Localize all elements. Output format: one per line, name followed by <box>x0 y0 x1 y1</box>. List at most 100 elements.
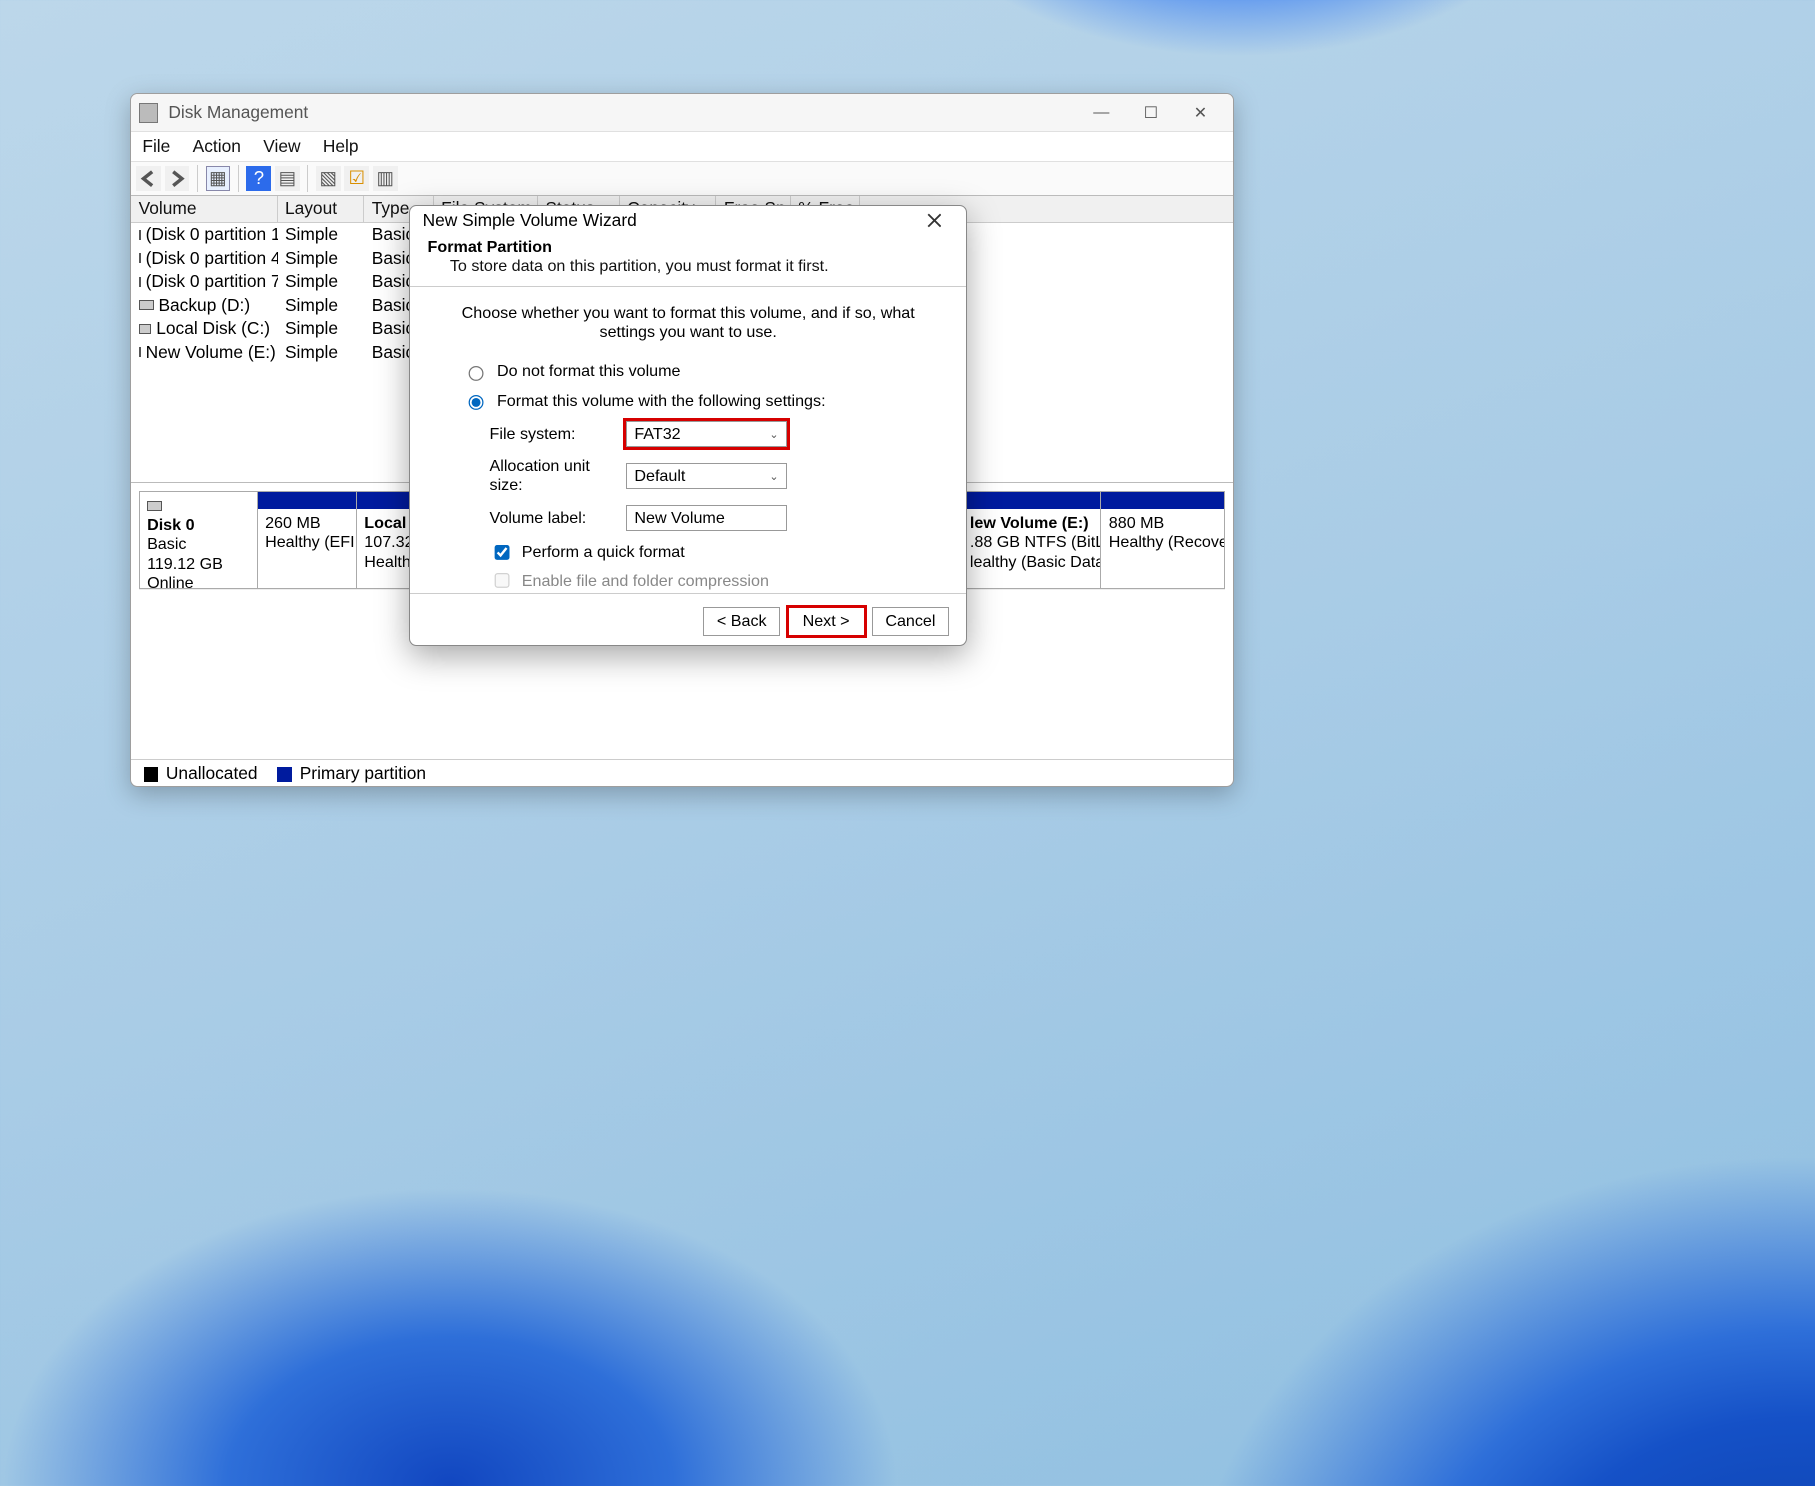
quick-format-checkbox-row[interactable]: Perform a quick format <box>490 541 932 565</box>
radio-do-not-format-input[interactable] <box>468 366 484 382</box>
new-simple-volume-wizard-dialog: New Simple Volume Wizard Format Partitio… <box>409 205 967 646</box>
chevron-down-icon: ⌄ <box>769 470 778 483</box>
chevron-down-icon: ⌄ <box>769 428 778 441</box>
partition-size: 260 MB <box>265 514 348 533</box>
radio-do-not-format[interactable]: Do not format this volume <box>462 362 931 382</box>
volume-name: (Disk 0 partition 1) <box>146 224 278 245</box>
dialog-heading: Format Partition <box>428 238 949 257</box>
menu-action[interactable]: Action <box>189 136 245 157</box>
disk-kind: Basic <box>147 535 249 554</box>
menu-file[interactable]: File <box>139 136 174 157</box>
volume-icon <box>139 347 141 357</box>
forward-icon[interactable] <box>165 166 190 191</box>
volume-name: (Disk 0 partition 7) <box>146 271 278 292</box>
next-button[interactable]: Next > <box>788 607 865 637</box>
back-button[interactable]: < Back <box>703 607 780 637</box>
app-icon <box>139 103 159 123</box>
partition-size: .88 GB NTFS (BitLock <box>970 533 1093 552</box>
quick-format-label: Perform a quick format <box>522 543 685 562</box>
allocation-unit-dropdown[interactable]: Default ⌄ <box>626 463 787 489</box>
allocation-unit-value: Default <box>634 467 685 486</box>
disk-status: Online <box>147 574 249 593</box>
disk-info-box[interactable]: Disk 0 Basic 119.12 GB Online <box>139 491 258 589</box>
dialog-button-bar: < Back Next > Cancel <box>410 593 966 649</box>
partition-box[interactable]: lew Volume (E:).88 GB NTFS (BitLocklealt… <box>962 491 1101 589</box>
help-icon[interactable]: ? <box>246 166 271 191</box>
volume-icon <box>139 277 141 287</box>
menu-help[interactable]: Help <box>319 136 362 157</box>
radio-format-label: Format this volume with the following se… <box>497 392 826 411</box>
partition-title: lew Volume (E:) <box>970 514 1093 533</box>
compression-label: Enable file and folder compression <box>522 572 769 591</box>
dialog-subheading: To store data on this partition, you mus… <box>428 257 949 276</box>
file-system-dropdown[interactable]: FAT32 ⌄ <box>626 421 787 447</box>
back-icon[interactable] <box>136 166 161 191</box>
radio-format-input[interactable] <box>468 395 484 411</box>
volume-layout: Simple <box>278 318 365 339</box>
legend-unallocated: Unallocated <box>144 763 258 784</box>
partition-status: Healthy <box>364 553 403 572</box>
volume-icon <box>139 253 141 263</box>
window-maximize-button[interactable]: ☐ <box>1126 95 1176 130</box>
partition-box[interactable]: 260 MBHealthy (EFI S <box>258 491 357 589</box>
partition-status: lealthy (Basic Data Pa <box>970 553 1093 572</box>
volume-name: Backup (D:) <box>158 295 250 316</box>
col-layout[interactable]: Layout <box>278 196 365 222</box>
toolbar-icon-2[interactable]: ▤ <box>275 166 300 191</box>
legend-bar: Unallocated Primary partition <box>131 759 1233 786</box>
volume-icon <box>139 324 152 334</box>
allocation-unit-label: Allocation unit size: <box>490 457 626 495</box>
volume-label-row: Volume label: New Volume <box>490 505 932 531</box>
window-title: Disk Management <box>168 102 308 123</box>
partition-status: Healthy (EFI S <box>265 533 348 552</box>
partition-size: 107.32 G <box>364 533 403 552</box>
volume-icon <box>139 300 154 310</box>
radio-do-not-format-label: Do not format this volume <box>497 362 681 381</box>
menu-bar: File Action View Help <box>131 131 1233 161</box>
quick-format-checkbox[interactable] <box>494 545 510 561</box>
dialog-title: New Simple Volume Wizard <box>423 210 637 231</box>
disk-name: Disk 0 <box>147 516 249 535</box>
disk-icon <box>147 501 162 511</box>
menu-view[interactable]: View <box>259 136 304 157</box>
window-titlebar[interactable]: Disk Management — ☐ ✕ <box>131 94 1233 131</box>
volume-name: Local Disk (C:) <box>156 318 270 339</box>
toolbar-icon-3[interactable]: ▧ <box>316 166 341 191</box>
toolbar-icon-1[interactable]: ▦ <box>206 166 231 191</box>
volume-name: (Disk 0 partition 4) <box>146 248 278 269</box>
col-volume[interactable]: Volume <box>131 196 277 222</box>
volume-layout: Simple <box>278 271 365 292</box>
partition-box[interactable]: 880 MBHealthy (Recovery <box>1101 491 1225 589</box>
dialog-intro-text: Choose whether you want to format this v… <box>445 304 932 342</box>
dialog-titlebar[interactable]: New Simple Volume Wizard <box>410 206 966 236</box>
dialog-body: Choose whether you want to format this v… <box>410 287 966 593</box>
volume-label-label: Volume label: <box>490 509 626 528</box>
dialog-close-button[interactable] <box>914 206 954 236</box>
volume-layout: Simple <box>278 248 365 269</box>
disk-size: 119.12 GB <box>147 555 249 574</box>
file-system-row: File system: FAT32 ⌄ <box>490 421 932 447</box>
volume-layout: Simple <box>278 224 365 245</box>
close-icon <box>927 213 942 228</box>
partition-size: 880 MB <box>1109 514 1217 533</box>
partition-box[interactable]: Local D107.32 GHealthy <box>357 491 412 589</box>
volume-layout: Simple <box>278 342 365 363</box>
toolbar-icon-4[interactable]: ☑ <box>344 166 369 191</box>
volume-name: New Volume (E:) <box>146 342 276 363</box>
volume-label-input[interactable]: New Volume <box>626 505 787 531</box>
radio-format[interactable]: Format this volume with the following se… <box>462 392 931 412</box>
window-close-button[interactable]: ✕ <box>1176 95 1226 130</box>
volume-layout: Simple <box>278 295 365 316</box>
volume-icon <box>139 230 141 240</box>
cancel-button[interactable]: Cancel <box>872 607 949 637</box>
window-minimize-button[interactable]: — <box>1077 95 1127 130</box>
file-system-label: File system: <box>490 425 626 444</box>
dialog-header: Format Partition To store data on this p… <box>410 235 966 286</box>
partition-status: Healthy (Recovery <box>1109 533 1217 552</box>
partition-title: Local D <box>364 514 403 533</box>
compression-checkbox <box>494 573 510 589</box>
toolbar-icon-5[interactable]: ▥ <box>373 166 398 191</box>
legend-primary: Primary partition <box>277 763 426 784</box>
toolbar: ▦ ? ▤ ▧ ☑ ▥ <box>131 161 1233 196</box>
file-system-value: FAT32 <box>634 425 680 444</box>
